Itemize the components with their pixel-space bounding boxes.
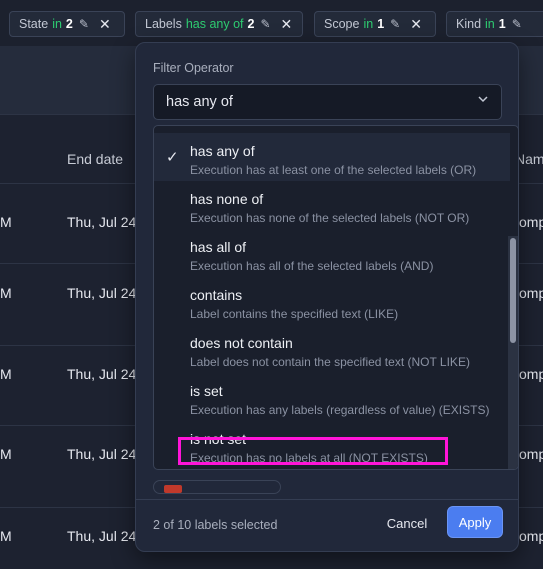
chip-field: Scope [324, 17, 360, 31]
option-description: Execution has none of the selected label… [190, 211, 470, 225]
selected-operator: has any of [166, 94, 233, 110]
cell-start: M [0, 446, 12, 462]
option-has-any-of[interactable]: ✓ has any of Execution has at least one … [154, 133, 510, 181]
cell-end-date: Thu, Jul 24 [67, 446, 137, 462]
apply-button[interactable]: Apply [447, 506, 503, 538]
option-title: has none of [190, 191, 264, 207]
filter-chip-scope[interactable]: Scope in 1 ✎ ✕ [314, 11, 436, 37]
option-title: has any of [190, 143, 255, 159]
chip-count: 1 [377, 17, 385, 31]
label-color-dot [164, 485, 182, 493]
option-description: Execution has at least one of the select… [190, 163, 477, 177]
option-title: does not contain [190, 335, 293, 351]
close-icon[interactable]: ✕ [99, 16, 111, 33]
option-description: Label does not contain the specified tex… [190, 355, 470, 369]
option-contains[interactable]: contains Label contains the specified te… [154, 277, 510, 325]
highlight-annotation [178, 437, 448, 465]
filter-operator-select[interactable]: has any of [153, 84, 502, 120]
option-description: Execution has any labels (regardless of … [190, 403, 490, 417]
filter-chip-kind[interactable]: Kind in 1 ✎ [446, 11, 543, 37]
filter-chip-bar: State in 2 ✎ ✕ Labels has any of 2 ✎ ✕ S… [0, 0, 543, 46]
popover-footer: 2 of 10 labels selected Cancel Apply [136, 499, 518, 551]
close-icon[interactable]: ✕ [281, 16, 293, 33]
option-title: has all of [190, 239, 247, 255]
close-icon[interactable]: ✕ [410, 16, 422, 33]
cell-start: M [0, 528, 12, 544]
scrollbar-thumb[interactable] [510, 238, 516, 343]
option-has-none-of[interactable]: has none of Execution has none of the se… [154, 181, 510, 229]
column-end-date[interactable]: End date [67, 151, 123, 167]
chip-count: 2 [247, 17, 255, 31]
chip-field: Kind [456, 17, 482, 31]
cell-end-date: Thu, Jul 24 [67, 528, 137, 544]
chip-field: Labels [145, 17, 182, 31]
check-icon: ✓ [166, 149, 179, 166]
filter-operator-label: Filter Operator [153, 61, 234, 75]
option-description: Execution has all of the selected labels… [190, 259, 434, 273]
filter-operator-popover: Filter Operator has any of ✓ has any of … [135, 42, 519, 552]
cell-end-date: Thu, Jul 24 [67, 366, 137, 382]
edit-icon[interactable]: ✎ [390, 17, 400, 31]
filter-chip-state[interactable]: State in 2 ✎ ✕ [9, 11, 125, 37]
chip-count: 2 [65, 17, 73, 31]
option-is-set[interactable]: is set Execution has any labels (regardl… [154, 373, 510, 421]
chevron-down-icon [478, 96, 488, 103]
edit-icon[interactable]: ✎ [79, 17, 89, 31]
chip-operator: in [485, 17, 495, 31]
cell-start: M [0, 214, 12, 230]
chip-operator: has any of [185, 17, 244, 31]
cell-end-date: Thu, Jul 24 [67, 214, 137, 230]
option-does-not-contain[interactable]: does not contain Label does not contain … [154, 325, 510, 373]
cell-start: M [0, 366, 12, 382]
chip-operator: in [363, 17, 374, 31]
label-item-peek [153, 480, 281, 494]
chip-count: 1 [498, 17, 506, 31]
cancel-button[interactable]: Cancel [378, 508, 436, 538]
option-description: Label contains the specified text (LIKE) [190, 307, 399, 321]
edit-icon[interactable]: ✎ [512, 17, 522, 31]
edit-icon[interactable]: ✎ [260, 17, 270, 31]
option-title: is set [190, 383, 223, 399]
column-name[interactable]: Nam [515, 151, 543, 167]
chip-operator: in [52, 17, 62, 31]
option-title: contains [190, 287, 243, 303]
cell-start: M [0, 285, 12, 301]
option-has-all-of[interactable]: has all of Execution has all of the sele… [154, 229, 510, 277]
cell-end-date: Thu, Jul 24 [67, 285, 137, 301]
filter-chip-labels[interactable]: Labels has any of 2 ✎ ✕ [135, 11, 303, 37]
chip-field: State [19, 17, 49, 31]
operator-options-list[interactable]: ✓ has any of Execution has at least one … [153, 125, 519, 470]
selection-count: 2 of 10 labels selected [153, 518, 278, 532]
